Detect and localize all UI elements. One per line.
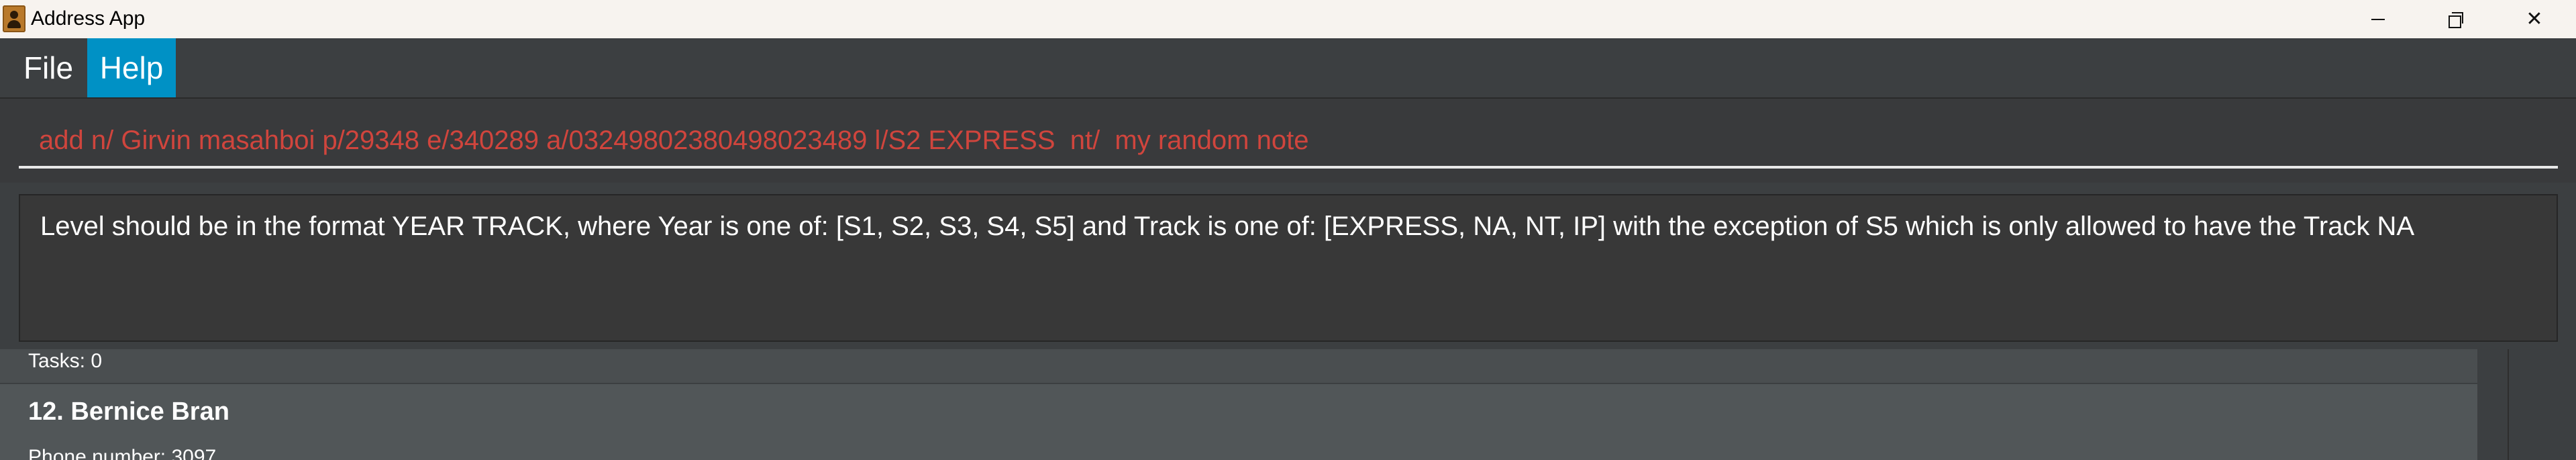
person-phone: Phone number: 3097 — [28, 446, 217, 460]
result-display: Level should be in the format YEAR TRACK… — [0, 183, 2576, 349]
title-bar[interactable]: Address App ✕ — [0, 0, 2576, 38]
person-card[interactable]: 12. Bernice Bran Phone number: 3097 — [0, 384, 2479, 460]
restore-button[interactable] — [2419, 0, 2493, 38]
command-input[interactable] — [19, 115, 2558, 169]
result-text-area[interactable]: Level should be in the format YEAR TRACK… — [19, 194, 2558, 342]
close-icon: ✕ — [2526, 7, 2543, 31]
minimize-button[interactable] — [2341, 0, 2415, 38]
side-panel — [2508, 349, 2576, 460]
person-list-panel: Tasks: 0 12. Bernice Bran Phone number: … — [0, 349, 2576, 460]
restore-icon — [2449, 11, 2463, 28]
result-message: Level should be in the format YEAR TRACK… — [40, 212, 2415, 241]
person-name: 12. Bernice Bran — [28, 398, 229, 426]
minimize-icon — [2371, 18, 2385, 20]
menu-help[interactable]: Help — [87, 38, 176, 97]
menu-file[interactable]: File — [16, 38, 81, 97]
list-scrollbar[interactable] — [2477, 349, 2508, 460]
person-card[interactable]: Tasks: 0 — [0, 349, 2479, 383]
window-title: Address App — [31, 7, 146, 30]
close-button[interactable]: ✕ — [2497, 0, 2571, 38]
address-app-window: Address App ✕ File Help Level should be … — [0, 0, 2576, 460]
address-book-icon — [3, 5, 25, 32]
command-box — [0, 97, 2576, 183]
person-list[interactable]: Tasks: 0 12. Bernice Bran Phone number: … — [0, 349, 2479, 460]
menu-bar: File Help — [0, 38, 2576, 97]
tasks-count: Tasks: 0 — [28, 350, 103, 372]
